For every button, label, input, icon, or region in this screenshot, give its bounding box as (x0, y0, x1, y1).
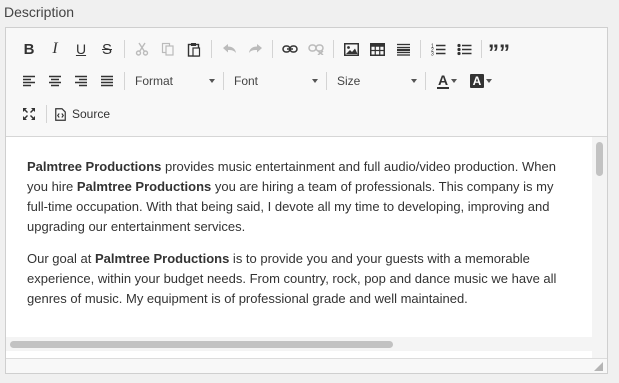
scissors-icon (135, 42, 149, 56)
bulleted-list-button[interactable] (451, 36, 477, 62)
align-center-icon (49, 75, 61, 87)
chevron-down-icon (411, 79, 417, 83)
copy-button[interactable] (155, 36, 181, 62)
editor-toolbar: B I U S 1 2 3 ”” Format Font Size A A So… (6, 28, 607, 136)
align-left-button[interactable] (16, 68, 42, 94)
toolbar-separator (211, 40, 212, 58)
size-dropdown-label: Size (337, 74, 361, 88)
align-justify-icon (101, 75, 113, 87)
underline-button[interactable]: U (68, 36, 94, 62)
editor-status-bar (6, 358, 607, 373)
toolbar-separator (124, 72, 125, 90)
resize-handle-icon[interactable] (593, 361, 603, 371)
editor-text[interactable]: Palmtree Productions provides music ente… (27, 157, 572, 321)
undo-button[interactable] (216, 36, 242, 62)
toolbar-separator (420, 40, 421, 58)
image-icon (343, 42, 359, 56)
copy-icon (161, 42, 174, 56)
paste-button[interactable] (181, 36, 207, 62)
toolbar-row-3: Source (16, 101, 114, 127)
paragraph-text: Our goal at (27, 251, 95, 266)
toolbar-row-2: Format Font Size A A (16, 68, 498, 94)
bold-button[interactable]: B (16, 36, 42, 62)
link-icon (282, 45, 298, 53)
format-dropdown-label: Format (135, 74, 174, 88)
source-button[interactable]: Source (51, 101, 114, 127)
paragraph: Our goal at Palmtree Productions is to p… (27, 249, 572, 309)
bold-text: Palmtree Productions (94, 251, 230, 266)
align-right-button[interactable] (68, 68, 94, 94)
table-icon (369, 42, 385, 56)
horizontal-scrollbar-thumb[interactable] (10, 341, 393, 348)
toolbar-separator (333, 40, 334, 58)
toolbar-separator (223, 72, 224, 90)
strikethrough-button[interactable]: S (94, 36, 120, 62)
cut-button[interactable] (129, 36, 155, 62)
blockquote-button[interactable]: ”” (486, 36, 512, 65)
bulleted-list-icon (456, 43, 471, 55)
clipboard-icon (187, 42, 201, 57)
text-color-icon: A (436, 72, 450, 89)
background-color-button[interactable]: A (464, 68, 498, 94)
italic-button[interactable]: I (42, 36, 68, 62)
bold-text: Palmtree Productions (76, 179, 212, 194)
link-button[interactable] (277, 36, 303, 62)
chevron-down-icon (486, 79, 492, 83)
source-button-label: Source (72, 107, 111, 121)
vertical-scrollbar-thumb[interactable] (596, 142, 603, 176)
background-color-icon: A (470, 74, 484, 88)
font-dropdown[interactable]: Font (230, 70, 322, 92)
numbered-list-icon: 1 2 3 (431, 43, 445, 56)
justify-button[interactable] (94, 68, 120, 94)
rich-text-editor: B I U S 1 2 3 ”” Format Font Size A A So… (5, 27, 608, 374)
unlink-icon (308, 44, 324, 55)
font-dropdown-label: Font (234, 74, 259, 88)
size-dropdown[interactable]: Size (333, 70, 421, 92)
horizontal-scrollbar[interactable] (6, 337, 592, 351)
toolbar-row-1: B I U S 1 2 3 ”” (16, 36, 512, 65)
source-code-icon (55, 107, 66, 121)
paragraph: Palmtree Productions provides music ente… (27, 157, 572, 237)
toolbar-separator (272, 40, 273, 58)
redo-icon (248, 44, 262, 53)
align-center-button[interactable] (42, 68, 68, 94)
horizontal-rule-button[interactable] (390, 36, 416, 62)
align-right-icon (75, 75, 87, 87)
redo-button[interactable] (242, 36, 268, 62)
chevron-down-icon (451, 79, 458, 83)
toolbar-separator (124, 40, 125, 58)
bold-text: Palmtree Productions (27, 159, 162, 174)
image-button[interactable] (338, 36, 364, 62)
svg-text:3: 3 (431, 51, 434, 56)
vertical-scrollbar[interactable] (592, 137, 607, 358)
maximize-icon (23, 108, 35, 120)
maximize-button[interactable] (16, 101, 42, 127)
undo-icon (222, 44, 236, 53)
quote-icon: ”” (488, 40, 510, 65)
toolbar-separator (481, 40, 482, 58)
toolbar-separator (326, 72, 327, 90)
description-label: Description (4, 4, 75, 20)
chevron-down-icon (209, 79, 215, 83)
editor-content-area[interactable]: Palmtree Productions provides music ente… (6, 136, 607, 358)
chevron-down-icon (312, 79, 318, 83)
toolbar-separator (425, 72, 426, 90)
align-left-icon (23, 75, 35, 87)
unlink-button[interactable] (303, 36, 329, 62)
horizontal-line-icon (396, 43, 410, 56)
table-button[interactable] (364, 36, 390, 62)
toolbar-separator (46, 105, 47, 123)
text-color-button[interactable]: A (430, 68, 464, 94)
numbered-list-button[interactable]: 1 2 3 (425, 36, 451, 62)
format-dropdown[interactable]: Format (131, 70, 219, 92)
